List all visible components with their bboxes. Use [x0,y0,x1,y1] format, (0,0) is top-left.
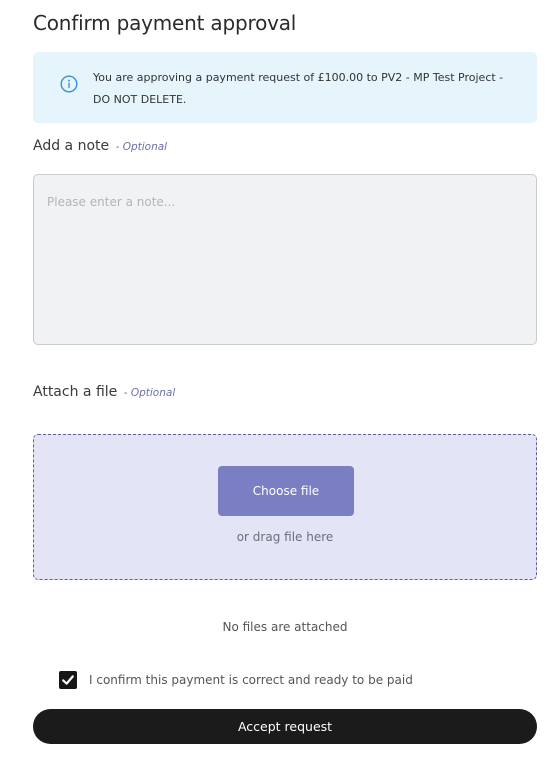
info-icon [60,75,78,93]
info-banner: You are approving a payment request of £… [33,52,537,123]
attach-optional-tag: - Optional [123,387,176,399]
info-text: You are approving a payment request of £… [93,71,504,106]
confirm-label: I confirm this payment is correct and re… [89,673,413,687]
confirm-checkbox[interactable] [59,671,77,689]
attach-label: Attach a file - Optional [33,384,175,400]
note-textarea[interactable] [33,174,537,345]
checkmark-icon [62,675,74,685]
attach-label-text: Attach a file [33,384,118,400]
payment-approval-dialog: Confirm payment approval You are approvi… [0,0,554,764]
note-label-text: Add a note [33,138,110,154]
note-optional-tag: - Optional [115,141,168,153]
note-label: Add a note - Optional [33,138,167,154]
drag-hint-text: or drag file here [236,530,334,544]
choose-file-button[interactable]: Choose file [218,466,354,516]
file-drop-zone[interactable]: Choose file or drag file here [33,434,537,580]
page-title: Confirm payment approval [33,11,297,35]
accept-request-button[interactable]: Accept request [33,709,537,744]
attachment-status: No files are attached [222,620,348,634]
confirm-row: I confirm this payment is correct and re… [59,670,413,690]
